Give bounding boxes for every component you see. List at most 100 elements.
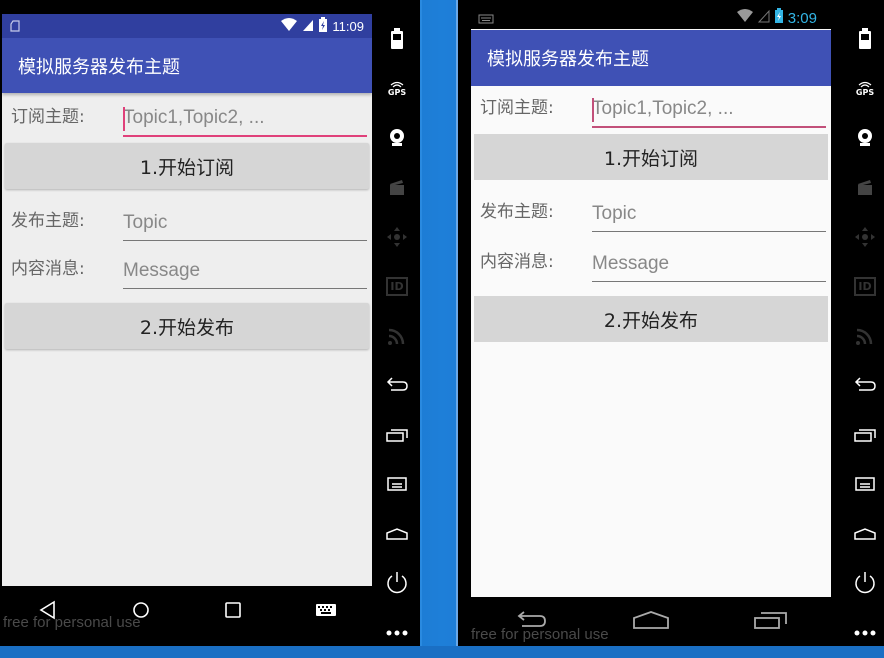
more-tool[interactable] [845,608,884,658]
back-tool[interactable] [377,361,417,411]
form: 订阅主题: Topic1,Topic2, ... 1.开始订阅 发布主题: To… [2,93,372,349]
watermark-text: free for personal use [3,614,141,631]
nav-recents-button[interactable] [746,602,796,638]
menu-tool[interactable] [377,460,417,510]
home-tool[interactable] [845,509,884,559]
power-icon [855,572,875,594]
message-row: 内容消息: Message [474,232,828,282]
subscribe-label: 订阅主题: [11,107,85,127]
emulator-window-1: 11:09 模拟服务器发布主题 订阅主题: Topic1,Topic2, ...… [0,0,422,646]
webcam-icon [858,128,872,146]
gps-tool[interactable]: GPS [377,64,417,114]
camera-tool[interactable] [377,113,417,163]
more-dots-icon [854,630,876,636]
status-time: 11:09 [332,18,364,34]
recent-apps-icon [854,429,876,442]
nav-keyboard-button[interactable] [301,592,351,628]
battery-icon [391,27,403,49]
media-tool[interactable] [845,163,884,213]
power-tool[interactable] [845,559,884,609]
message-input[interactable]: Message [592,246,826,282]
power-tool[interactable] [377,559,417,609]
subscribe-topics-input[interactable]: Topic1,Topic2, ... [592,92,826,128]
battery-charging-icon [774,8,784,28]
status-time: 3:09 [787,9,817,27]
publish-topic-label: 发布主题: [11,211,85,231]
start-publish-button[interactable]: 2.开始发布 [5,303,369,349]
battery-icon [859,27,871,49]
rss-tool[interactable] [845,311,884,361]
recents-square-icon [225,602,242,618]
dpad-tool[interactable] [845,212,884,262]
dpad-icon [387,226,407,247]
battery-charging-icon [318,16,328,36]
back-arrow-icon [854,377,876,391]
message-label: 内容消息: [11,259,85,279]
status-bar: 11:09 [2,14,372,38]
signal-icon [302,18,314,35]
device-id-tool[interactable]: ID [377,262,417,312]
battery-tool[interactable] [377,14,417,64]
menu-icon [387,477,407,491]
menu-tool[interactable] [845,460,884,510]
subscribe-placeholder: Topic1,Topic2, ... [123,107,265,128]
publish-topic-placeholder: Topic [123,212,168,233]
device-id-tool[interactable]: ID [845,262,884,312]
nav-recents-button[interactable] [208,592,258,628]
app-title: 模拟服务器发布主题 [487,49,649,70]
rss-tool[interactable] [377,311,417,361]
app-title-bar: 模拟服务器发布主题 [2,38,372,93]
subscribe-row: 订阅主题: Topic1,Topic2, ... [5,93,369,137]
text-caret [123,107,125,131]
gps-icon: GPS [388,80,406,97]
publish-topic-row: 发布主题: Topic [474,184,828,232]
dpad-icon [855,226,875,247]
publish-topic-placeholder: Topic [592,203,637,224]
app-title-bar: 模拟服务器发布主题 [471,30,831,86]
nav-home-button[interactable] [626,602,676,638]
home-icon [633,611,669,629]
media-tool[interactable] [377,163,417,213]
battery-tool[interactable] [845,14,884,64]
recent-apps-tool[interactable] [377,410,417,460]
subscribe-label: 订阅主题: [480,98,554,118]
gps-icon: GPS [856,80,874,97]
form: 订阅主题: Topic1,Topic2, ... 1.开始订阅 发布主题: To… [471,86,831,596]
start-subscribe-button[interactable]: 1.开始订阅 [5,143,369,189]
app-title: 模拟服务器发布主题 [18,56,180,78]
text-caret [592,98,594,122]
signal-icon [757,9,770,27]
start-subscribe-button[interactable]: 1.开始订阅 [474,134,828,180]
recent-apps-icon [754,612,787,629]
wifi-icon [280,17,298,35]
clapperboard-icon [858,180,872,196]
webcam-icon [390,128,404,146]
message-placeholder: Message [592,253,670,274]
recent-apps-icon [386,429,408,442]
emulator-window-2: 3:09 模拟服务器发布主题 订阅主题: Topic1,Topic2, ... … [456,0,884,646]
wifi-icon [736,9,754,27]
home-tool[interactable] [377,509,417,559]
clapperboard-icon [390,180,404,196]
camera-tool[interactable] [845,113,884,163]
dpad-tool[interactable] [377,212,417,262]
emulator-toolbar: GPS ID [842,14,884,658]
publish-topic-input[interactable]: Topic [592,196,826,232]
gps-tool[interactable]: GPS [845,64,884,114]
rss-icon [388,328,405,345]
keyboard-icon [315,604,336,616]
recent-apps-tool[interactable] [845,410,884,460]
publish-topic-row: 发布主题: Topic [5,193,369,241]
back-tool[interactable] [845,361,884,411]
start-publish-button[interactable]: 2.开始发布 [474,296,828,342]
more-dots-icon [386,630,408,636]
publish-topic-input[interactable]: Topic [123,205,367,241]
message-input[interactable]: Message [123,253,367,289]
power-icon [387,572,407,594]
home-icon [386,527,408,540]
menu-icon [855,477,875,491]
subscribe-topics-input[interactable]: Topic1,Topic2, ... [123,101,367,137]
more-tool[interactable] [377,608,417,658]
id-icon: ID [386,276,408,296]
id-icon: ID [854,276,876,296]
